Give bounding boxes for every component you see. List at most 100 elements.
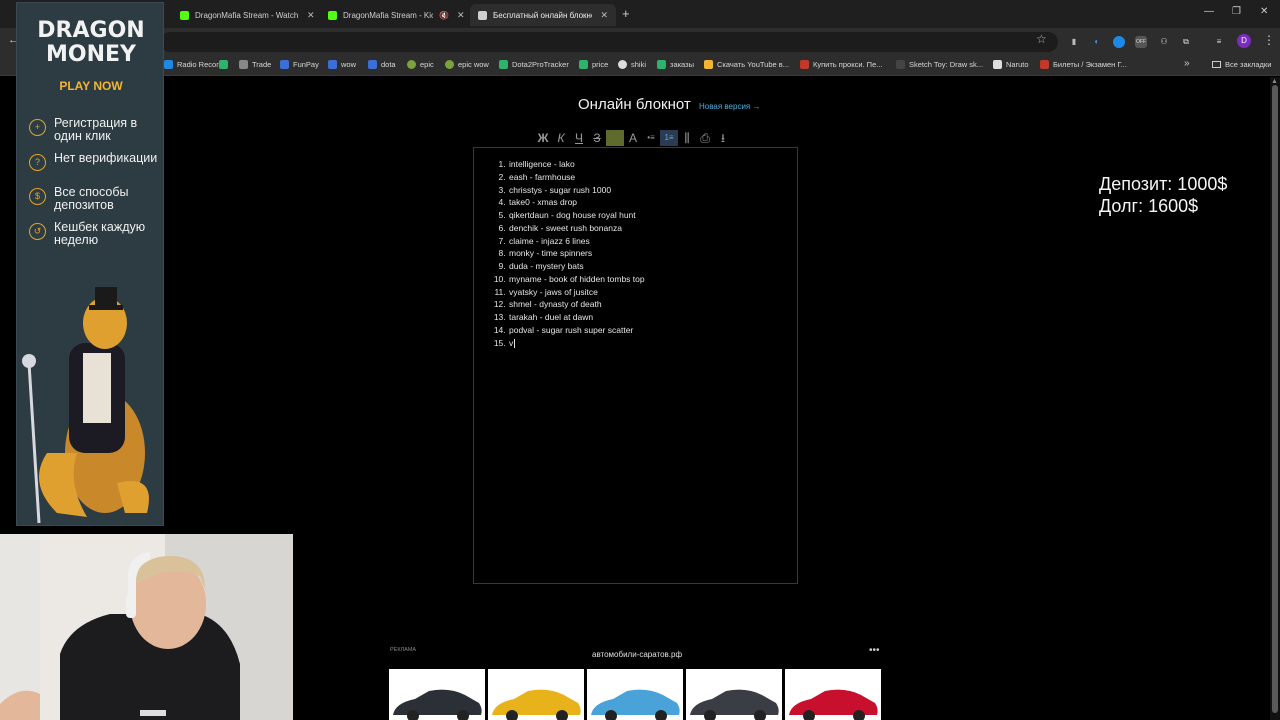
print-button[interactable]: ⎙ (696, 130, 714, 146)
car-ad-tile[interactable] (785, 669, 881, 720)
media-icon[interactable]: ≡ (1213, 36, 1225, 48)
bookmark-favicon (657, 60, 666, 69)
bullet-list-button[interactable]: •≡ (642, 130, 660, 146)
list-item: shmel - dynasty of death (508, 298, 645, 311)
underline-button[interactable]: Ч (570, 130, 588, 146)
tab-dragonmafia-kick[interactable]: DragonMafia Stream - Kick 🔇 ✕ (320, 4, 473, 26)
plus-icon: + (29, 119, 46, 136)
tab-dragonmafia-live[interactable]: DragonMafia Stream - Watch Li ✕ (172, 4, 323, 26)
extension-icon[interactable]: ▮ (1068, 36, 1080, 48)
bookmark-item[interactable]: epic (407, 60, 434, 69)
all-bookmarks-button[interactable]: Все закладки (1212, 60, 1271, 69)
car-ad-tile[interactable] (686, 669, 782, 720)
new-version-link[interactable]: Новая версия → (699, 102, 760, 111)
car-ad-tile[interactable] (587, 669, 683, 720)
browser-toolbar: ← ☆ ▮ ◖ OFF ⚇ ⧉ ≡ (0, 28, 1280, 56)
bookmark-item[interactable] (219, 60, 232, 69)
bookmark-favicon (896, 60, 905, 69)
car-ad-tile[interactable] (389, 669, 485, 720)
bookmark-item[interactable]: Sketch Toy: Draw sk... (896, 60, 983, 69)
tab-strip: DragonMafia Stream - Watch Li ✕ DragonMa… (0, 0, 1280, 28)
extension-icon[interactable]: ◖ (1090, 36, 1102, 48)
highlight-button[interactable] (606, 130, 624, 146)
bookmark-item[interactable]: Radio Record (164, 60, 223, 69)
folder-icon (1212, 61, 1221, 68)
list-item: take0 - xmas drop (508, 196, 645, 209)
text-color-button[interactable]: А (624, 130, 642, 146)
bookmark-favicon (579, 60, 588, 69)
bold-button[interactable]: Ж (534, 130, 552, 146)
close-icon[interactable]: ✕ (307, 10, 315, 21)
numbered-list: intelligence - lako eash - farmhouse chr… (508, 158, 645, 349)
bookmark-item[interactable]: Купить прокси. Пе... (800, 60, 883, 69)
bookmarks-overflow-icon[interactable]: » (1184, 58, 1190, 69)
bookmark-star-icon[interactable]: ☆ (1036, 32, 1047, 46)
bookmark-item[interactable]: epic wow (445, 60, 489, 69)
download-icon (704, 60, 713, 69)
close-icon[interactable]: ✕ (600, 10, 608, 21)
minimize-button[interactable]: — (1204, 6, 1214, 17)
sponsor-banner[interactable]: DRAGON MONEY PLAY NOW + Регистрация в оди… (16, 2, 164, 526)
scroll-up-icon[interactable]: ▲ (1271, 78, 1278, 85)
table-button[interactable]: ⫼ (678, 130, 696, 146)
bookmark-item[interactable]: shiki (618, 60, 646, 69)
bookmark-favicon (280, 60, 289, 69)
close-icon[interactable]: ✕ (457, 10, 465, 21)
list-item: duda - mystery bats (508, 260, 645, 273)
promo-feature: + Регистрация в один клик (29, 117, 163, 143)
bookmark-item[interactable]: Naruto (993, 60, 1029, 69)
tab-title: Бесплатный онлайн блокнот д (493, 10, 592, 20)
download-button[interactable]: ⭳ (714, 130, 732, 146)
scroll-thumb[interactable] (1272, 85, 1278, 713)
bookmark-item[interactable]: заказы (657, 60, 694, 69)
extension-icon[interactable] (1113, 36, 1125, 48)
car-image (393, 689, 482, 720)
car-ad-tile[interactable] (488, 669, 584, 720)
bookmark-item[interactable]: FunPay (280, 60, 319, 69)
bookmark-item[interactable]: Скачать YouTube в... (704, 60, 789, 69)
extensions-puzzle-icon[interactable]: ⧉ (1180, 36, 1192, 48)
list-item: qikertdaun - dog house royal hunt (508, 209, 645, 222)
play-now-button[interactable]: PLAY NOW (17, 79, 163, 93)
list-item: chrisstys - sugar rush 1000 (508, 184, 645, 197)
address-bar[interactable] (160, 32, 1058, 52)
menu-icon[interactable]: ⋮ (1263, 33, 1275, 47)
list-item: podval - sugar rush super scatter (508, 324, 645, 337)
ad-domain[interactable]: автомобили-саратов.рф (592, 650, 682, 659)
mute-icon[interactable]: 🔇 (439, 11, 449, 20)
promo-feature: ↺ Кешбек каждую неделю (29, 221, 163, 247)
notepad-editor[interactable]: intelligence - lako eash - farmhouse chr… (473, 147, 798, 584)
cashback-icon: ↺ (29, 223, 46, 240)
bookmark-item[interactable]: wow (328, 60, 356, 69)
strikethrough-button[interactable]: З (588, 130, 606, 146)
radio-icon (164, 60, 173, 69)
tab-notepad[interactable]: Бесплатный онлайн блокнот д ✕ (470, 4, 616, 26)
bookmark-favicon (800, 60, 809, 69)
new-tab-button[interactable]: + (622, 6, 630, 21)
numbered-list-button[interactable]: 1≡ (660, 130, 678, 146)
car-image (690, 689, 779, 720)
italic-button[interactable]: К (552, 130, 570, 146)
restore-button[interactable]: ❐ (1232, 6, 1241, 17)
tab-title: DragonMafia Stream - Watch Li (195, 10, 299, 20)
bookmark-favicon (993, 60, 1002, 69)
more-options-icon[interactable]: ••• (869, 645, 880, 656)
bookmark-item[interactable]: Dota2ProTracker (499, 60, 569, 69)
page-scrollbar[interactable]: ▲ (1270, 77, 1280, 720)
page-icon (478, 10, 487, 20)
bookmark-item[interactable]: dota (368, 60, 396, 69)
car-image (492, 689, 581, 720)
debt-text: Долг: 1600$ (1099, 196, 1199, 216)
close-window-button[interactable]: ✕ (1260, 6, 1268, 17)
bookmark-item[interactable]: Билеты / Экзамен Г... (1040, 60, 1127, 69)
list-item: myname - book of hidden tombs top (508, 273, 645, 286)
bookmark-item[interactable]: Trade (239, 60, 271, 69)
extension-icon[interactable]: ⚇ (1158, 36, 1170, 48)
bookmark-item[interactable]: price (579, 60, 608, 69)
tab-title: DragonMafia Stream - Kick (343, 10, 433, 20)
list-item: claime - injazz 6 lines (508, 235, 645, 248)
bookmark-favicon (499, 60, 508, 69)
profile-avatar[interactable]: D (1237, 34, 1251, 48)
extension-icon[interactable]: OFF (1135, 36, 1147, 48)
bookmark-favicon (445, 60, 454, 69)
